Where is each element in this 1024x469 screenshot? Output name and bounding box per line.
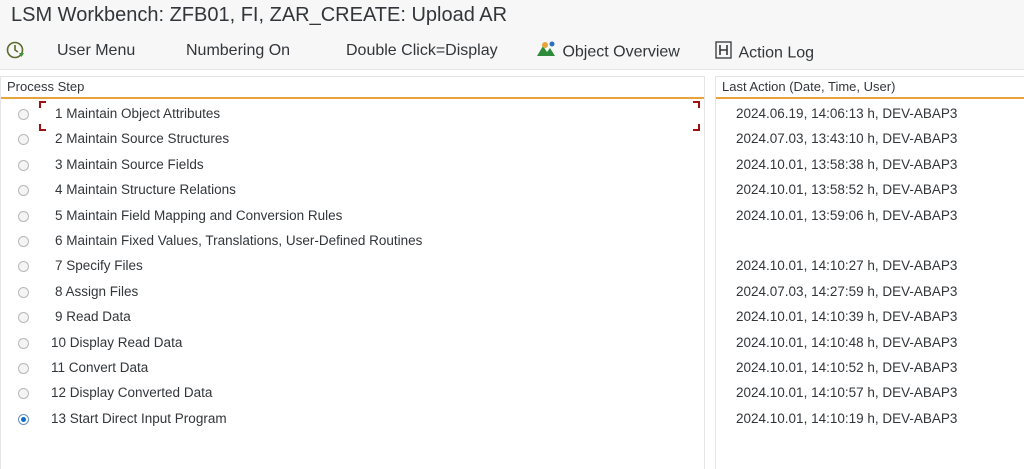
process-step-row[interactable]: 7 Specify Files	[1, 255, 704, 280]
process-step-row[interactable]: 13 Start Direct Input Program	[1, 408, 704, 433]
process-step-header: Process Step	[1, 77, 704, 99]
process-step-label[interactable]: 4 Maintain Structure Relations	[55, 182, 236, 197]
process-step-row[interactable]: 8 Assign Files	[1, 281, 704, 306]
last-action-row: 2024.10.01, 14:10:57 h, DEV-ABAP3	[716, 382, 1024, 407]
last-action-row: 2024.10.01, 14:10:52 h, DEV-ABAP3	[716, 357, 1024, 382]
step-radio-button[interactable]	[18, 236, 29, 247]
step-radio-button[interactable]	[18, 261, 29, 273]
process-step-row[interactable]: 3 Maintain Source Fields	[1, 154, 704, 179]
process-step-row[interactable]: 10 Display Read Data	[1, 332, 704, 357]
focus-frame-corner	[39, 101, 46, 108]
last-action-text: 2024.10.01, 13:59:06 h, DEV-ABAP3	[736, 207, 958, 223]
step-radio-button[interactable]	[18, 185, 29, 197]
last-action-text: 2024.06.19, 14:06:13 h, DEV-ABAP3	[736, 106, 958, 121]
last-action-row: 2024.10.01, 14:10:48 h, DEV-ABAP3	[716, 332, 1024, 357]
process-step-row[interactable]: 1 Maintain Object Attributes	[1, 101, 704, 131]
step-radio-button[interactable]	[18, 413, 29, 425]
process-step-row[interactable]: 4 Maintain Structure Relations	[1, 179, 704, 204]
last-action-header: Last Action (Date, Time, User)	[716, 77, 1024, 99]
step-radio-button[interactable]	[18, 134, 29, 146]
execute-button[interactable]	[6, 40, 26, 62]
last-action-row: 2024.10.01, 14:10:27 h, DEV-ABAP3	[716, 255, 1024, 280]
last-action-row: 2024.10.01, 13:58:52 h, DEV-ABAP3	[716, 179, 1024, 204]
last-action-text: 2024.10.01, 13:58:38 h, DEV-ABAP3	[736, 156, 958, 172]
process-step-row[interactable]: 6 Maintain Fixed Values, Translations, U…	[1, 230, 704, 255]
process-step-label[interactable]: 2 Maintain Source Structures	[55, 131, 229, 146]
object-overview-button[interactable]: Object Overview	[536, 40, 680, 62]
last-action-text: 2024.10.01, 14:10:19 h, DEV-ABAP3	[736, 410, 958, 426]
application-toolbar: User Menu Numbering On Double Click=Disp…	[0, 33, 1024, 70]
last-action-text: 2024.10.01, 13:58:52 h, DEV-ABAP3	[736, 182, 958, 198]
last-action-text: 2024.10.01, 14:10:52 h, DEV-ABAP3	[736, 360, 958, 375]
last-action-row: 2024.10.01, 14:10:39 h, DEV-ABAP3	[716, 306, 1024, 331]
object-overview-icon	[536, 40, 558, 65]
last-action-text: 2024.10.01, 14:10:39 h, DEV-ABAP3	[736, 309, 958, 325]
title-bar: LSM Workbench: ZFB01, FI, ZAR_CREATE: Up…	[0, 0, 1024, 33]
process-step-row[interactable]: 12 Display Converted Data	[1, 382, 704, 407]
process-step-row[interactable]: 11 Convert Data	[1, 357, 704, 382]
user-menu-button[interactable]: User Menu	[57, 40, 135, 62]
process-step-label[interactable]: 3 Maintain Source Fields	[55, 157, 204, 172]
last-action-row: 2024.07.03, 14:27:59 h, DEV-ABAP3	[716, 281, 1024, 306]
action-log-label: Action Log	[738, 44, 815, 62]
step-radio-button[interactable]	[18, 210, 29, 222]
action-log-h-icon	[714, 40, 734, 67]
action-log-button[interactable]: Action Log	[714, 40, 814, 62]
last-action-text: 2024.07.03, 13:43:10 h, DEV-ABAP3	[736, 131, 958, 147]
process-step-row[interactable]: 5 Maintain Field Mapping and Conversion …	[1, 205, 704, 230]
process-step-row[interactable]: 9 Read Data	[1, 306, 704, 331]
last-action-text: 2024.10.01, 14:10:48 h, DEV-ABAP3	[736, 334, 958, 350]
process-step-label[interactable]: 13 Start Direct Input Program	[51, 411, 227, 426]
process-step-label[interactable]: 6 Maintain Fixed Values, Translations, U…	[55, 233, 422, 248]
process-step-label[interactable]: 5 Maintain Field Mapping and Conversion …	[55, 208, 342, 223]
process-step-label[interactable]: 11 Convert Data	[51, 360, 148, 375]
last-action-row: 2024.10.01, 14:10:19 h, DEV-ABAP3	[716, 408, 1024, 433]
window-title: LSM Workbench: ZFB01, FI, ZAR_CREATE: Up…	[11, 4, 508, 26]
user-menu-label: User Menu	[57, 42, 136, 59]
process-step-label[interactable]: 12 Display Converted Data	[51, 385, 212, 400]
focus-frame-corner	[693, 101, 700, 108]
step-radio-button[interactable]	[18, 337, 29, 349]
last-action-text: 2024.10.01, 14:10:57 h, DEV-ABAP3	[736, 385, 958, 401]
process-step-label[interactable]: 9 Read Data	[55, 309, 131, 324]
last-action-row: 2024.10.01, 13:58:38 h, DEV-ABAP3	[716, 154, 1024, 179]
execute-clock-icon	[6, 40, 26, 67]
object-overview-label: Object Overview	[562, 43, 680, 61]
numbering-on-button[interactable]: Numbering On	[186, 40, 290, 62]
process-step-panel: Process Step 1 Maintain Object Attribute…	[0, 76, 705, 469]
process-step-label[interactable]: 7 Specify Files	[55, 258, 143, 273]
step-radio-button[interactable]	[18, 159, 29, 171]
last-action-row: 2024.10.01, 13:59:06 h, DEV-ABAP3	[716, 205, 1024, 230]
step-radio-button[interactable]	[18, 312, 29, 324]
process-step-label[interactable]: 10 Display Read Data	[51, 335, 182, 350]
step-radio-button[interactable]	[18, 363, 29, 374]
last-action-text: 2024.07.03, 14:27:59 h, DEV-ABAP3	[736, 283, 958, 299]
double-click-display-button[interactable]: Double Click=Display	[346, 40, 498, 62]
last-action-row: 2024.07.03, 13:43:10 h, DEV-ABAP3	[716, 128, 1024, 153]
process-step-label[interactable]: 8 Assign Files	[55, 284, 138, 299]
last-action-row: 2024.06.19, 14:06:13 h, DEV-ABAP3	[716, 103, 1024, 128]
numbering-on-label: Numbering On	[186, 42, 291, 59]
double-click-display-label: Double Click=Display	[346, 42, 498, 59]
step-radio-button[interactable]	[18, 109, 29, 120]
step-radio-button[interactable]	[18, 286, 29, 298]
last-action-text: 2024.10.01, 14:10:27 h, DEV-ABAP3	[736, 258, 958, 274]
process-step-row[interactable]: 2 Maintain Source Structures	[1, 128, 704, 153]
process-step-label[interactable]: 1 Maintain Object Attributes	[55, 106, 220, 121]
last-action-row	[716, 230, 1024, 255]
last-action-panel: Last Action (Date, Time, User) 2024.06.1…	[715, 76, 1024, 469]
step-radio-button[interactable]	[18, 388, 29, 400]
